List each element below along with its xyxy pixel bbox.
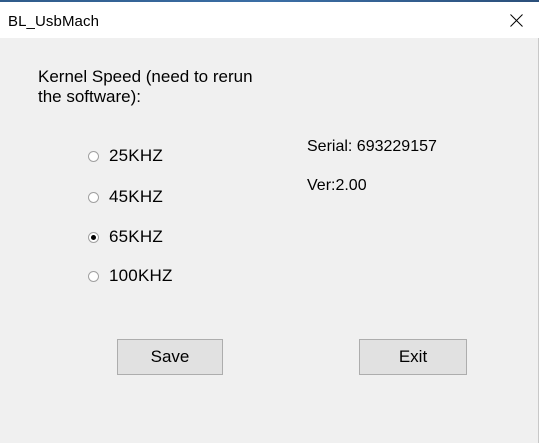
serial-number: Serial: 693229157 [307,138,437,155]
save-button[interactable]: Save [117,339,223,375]
title-bar-accent [0,0,539,2]
radio-label: 65KHZ [109,227,163,246]
radio-selected-dot [91,234,96,240]
close-icon [509,13,523,27]
close-button[interactable] [493,2,539,38]
radio-option-45khz[interactable]: 45KHZ [88,186,163,208]
radio-option-25khz[interactable]: 25KHZ [88,145,163,167]
radio-button-selected[interactable] [88,231,99,243]
title-bar[interactable]: BL_UsbMach [0,0,539,38]
radio-button[interactable] [88,150,99,162]
radio-button[interactable] [88,191,99,203]
kernel-speed-label: Kernel Speed (need to rerun the software… [38,67,253,106]
radio-label: 25KHZ [109,146,163,165]
radio-label: 45KHZ [109,187,163,206]
exit-button[interactable]: Exit [359,339,467,375]
radio-option-65khz[interactable]: 65KHZ [88,226,163,248]
radio-label: 100KHZ [109,266,173,285]
dialog-window: BL_UsbMach Kernel Speed (need to rerun t… [0,0,539,443]
window-title: BL_UsbMach [8,13,100,30]
radio-option-100khz[interactable]: 100KHZ [88,265,173,287]
radio-button[interactable] [88,270,99,282]
version-label: Ver:2.00 [307,177,367,194]
